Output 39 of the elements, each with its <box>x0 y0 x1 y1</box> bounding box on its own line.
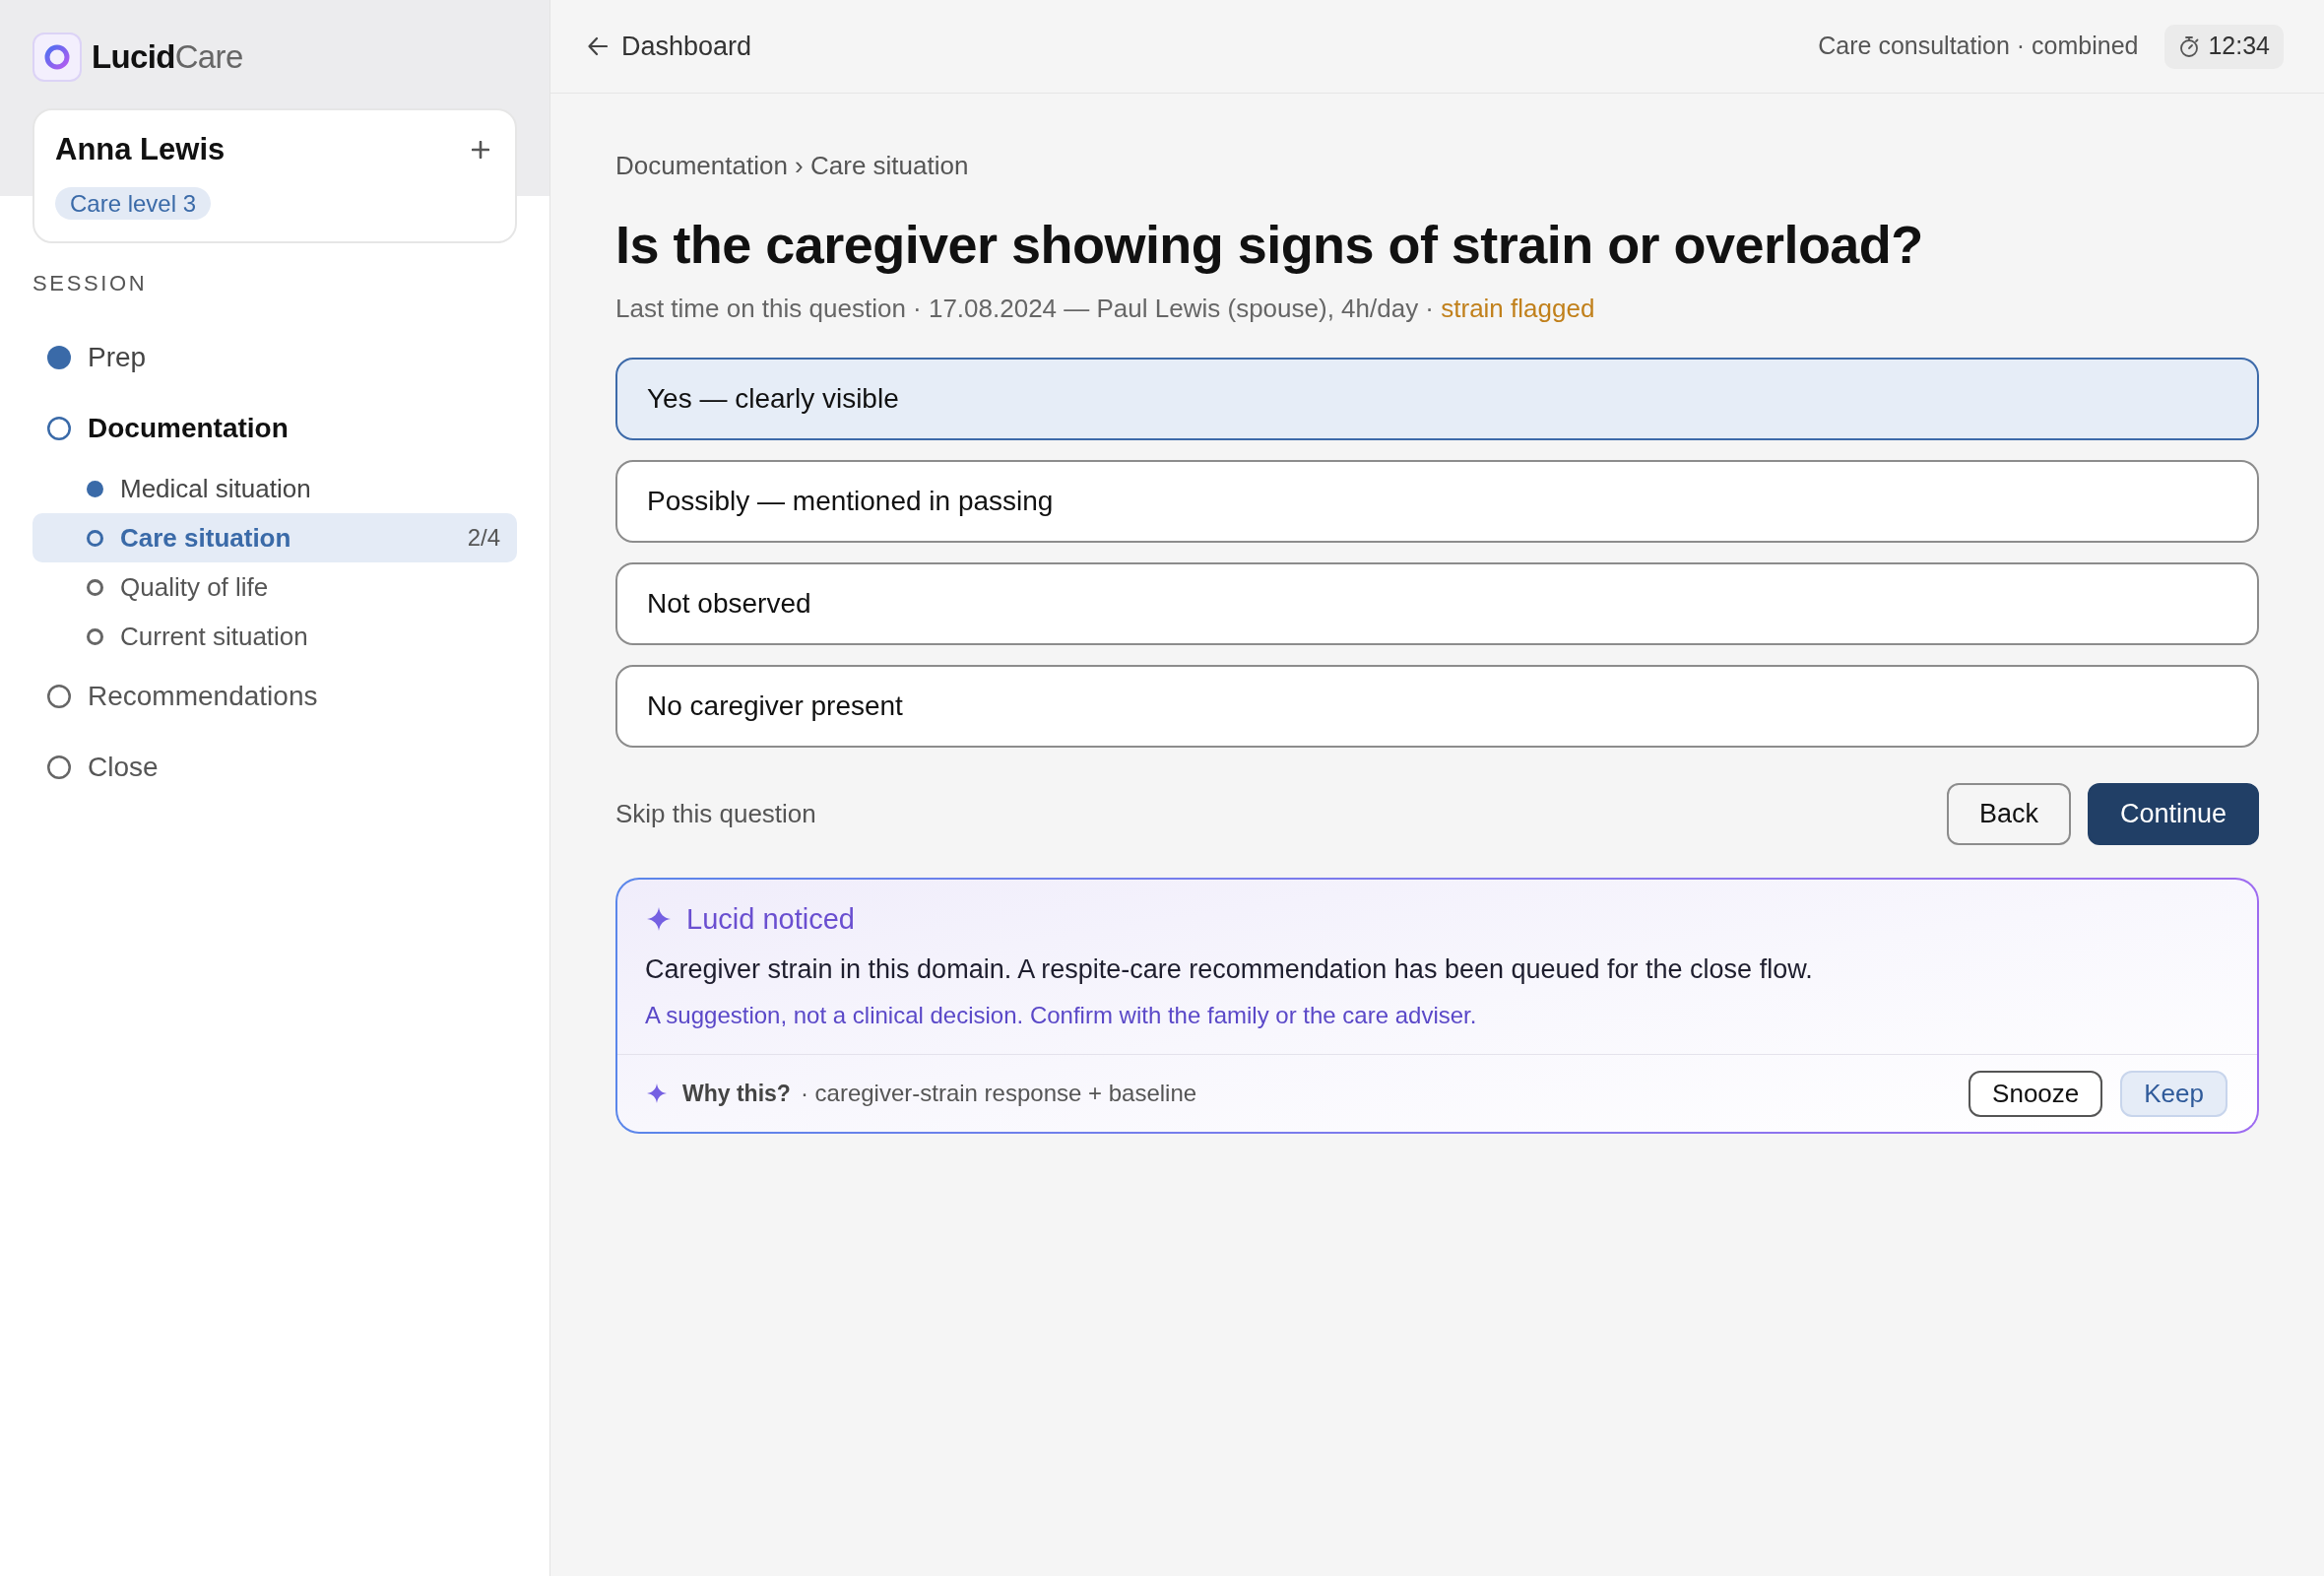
stopwatch-icon <box>2178 35 2201 57</box>
reason-text: · caregiver-strain response + baseline <box>800 1079 1197 1108</box>
answer-option[interactable]: Not observed <box>615 562 2259 645</box>
sparkle-icon <box>647 1084 667 1103</box>
sparkle-icon <box>647 907 671 931</box>
care-level-badge: Care level 3 <box>55 187 212 220</box>
section-heading: SESSION <box>32 270 149 297</box>
breadcrumb: Documentation › Care situation <box>615 150 970 182</box>
session-step[interactable]: Medical situation <box>32 464 517 513</box>
logo-wordmark: LucidCare <box>92 37 243 77</box>
session-step[interactable]: Current situation <box>32 612 517 661</box>
continue-button[interactable]: Continue <box>2087 783 2259 845</box>
arrow-left-icon <box>588 36 608 56</box>
history-note: Last time on this question · 17.08.2024 — Paul Lewis (spouse), 4h/day · strain flagged <box>615 293 1596 325</box>
why-link[interactable]: Why this? <box>682 1076 791 1111</box>
insight-disclaimer: A suggestion, not a clinical decision. Confirm with the family or the care adviser. <box>645 1001 1478 1030</box>
timer-text: 12:34 <box>2208 31 2270 62</box>
session-step[interactable]: Care situation 2/4 <box>32 513 517 562</box>
session-step[interactable]: Close <box>32 732 517 803</box>
question-title: Is the caregiver showing signs of strain or overload? <box>615 214 1924 276</box>
snooze-button[interactable]: Snooze <box>1969 1070 2103 1117</box>
insight-message: Caregiver strain in this domain. A respite-care recommendation has been queued for the close flow. <box>645 953 1814 986</box>
step-count: 2/4 <box>467 523 500 553</box>
plus-icon[interactable] <box>472 141 489 159</box>
keep-button[interactable]: Keep <box>2120 1070 2227 1117</box>
answer-option[interactable]: Possibly — mentioned in passing <box>615 460 2259 543</box>
answer-option[interactable]: Yes — clearly visible <box>615 358 2259 440</box>
answer-option[interactable]: No caregiver present <box>615 665 2259 748</box>
session-step[interactable]: Documentation <box>32 393 517 464</box>
insight-title: Lucid noticed <box>686 902 855 937</box>
back-button[interactable]: Back <box>1946 783 2071 845</box>
session-step[interactable]: Recommendations <box>32 661 517 732</box>
skip-link[interactable]: Skip this question <box>615 795 816 833</box>
back-link[interactable]: Dashboard <box>588 26 752 67</box>
session-step[interactable]: Quality of life <box>32 562 517 612</box>
session-step[interactable]: Prep <box>32 322 517 393</box>
session-context: Care consultation · combined <box>1818 31 2139 62</box>
patient-name: Anna Lewis <box>55 132 226 167</box>
logo-icon <box>32 33 82 82</box>
